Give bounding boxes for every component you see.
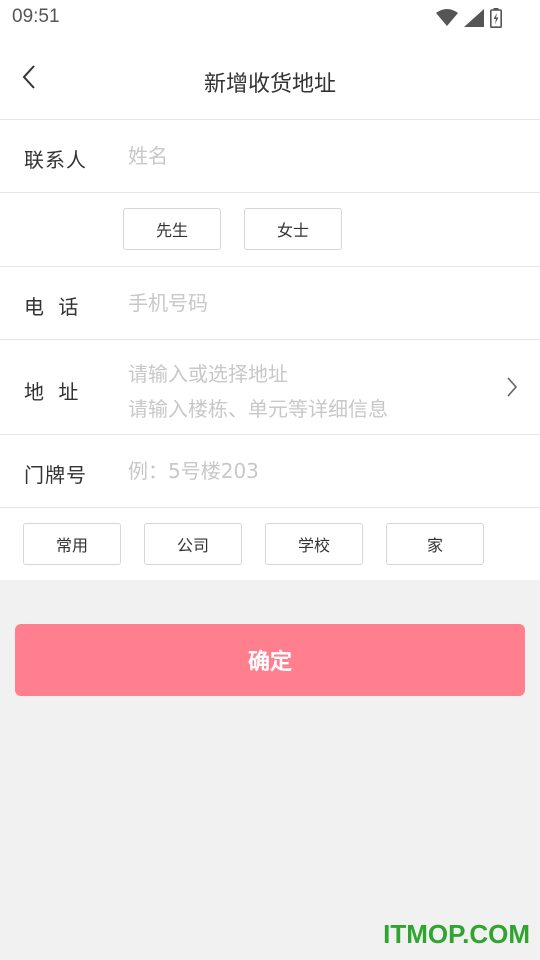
tag-school[interactable]: 学校 (265, 523, 363, 565)
door-label: 门牌号 (24, 463, 87, 487)
address-placeholder: 请输入或选择地址 (128, 362, 288, 386)
battery-icon (490, 8, 502, 32)
address-form: 联系人 先生 女士 电 话 地 址 请输入或选择地址 请输入楼栋、单元等详细信息… (0, 120, 540, 580)
tag-common[interactable]: 常用 (23, 523, 121, 565)
address-row[interactable]: 地 址 请输入或选择地址 请输入楼栋、单元等详细信息 (0, 340, 540, 435)
page-title: 新增收货地址 (203, 72, 336, 97)
nav-bar: 新增收货地址 (0, 36, 540, 120)
gender-option-mr[interactable]: 先生 (123, 208, 221, 250)
contact-row: 联系人 (0, 120, 540, 193)
status-bar: 09:51 (0, 0, 540, 36)
status-time: 09:51 (12, 6, 60, 27)
wifi-icon (436, 9, 458, 31)
contact-name-input[interactable] (128, 134, 520, 178)
tag-home[interactable]: 家 (386, 523, 484, 565)
watermark-logo: ITMOP.COM (383, 919, 530, 949)
door-number-input[interactable] (128, 449, 520, 493)
gender-option-ms[interactable]: 女士 (244, 208, 342, 250)
address-label: 地 址 (24, 380, 83, 404)
address-detail-placeholder: 请输入楼栋、单元等详细信息 (128, 397, 388, 421)
door-row: 门牌号 (0, 435, 540, 508)
confirm-button[interactable]: 确定 (15, 624, 525, 696)
chevron-right-icon[interactable] (506, 376, 518, 402)
status-icons (436, 8, 502, 32)
contact-label: 联系人 (24, 148, 87, 172)
tag-company[interactable]: 公司 (144, 523, 242, 565)
signal-icon (464, 9, 484, 31)
phone-row: 电 话 (0, 267, 540, 340)
address-tags-row: 常用 公司 学校 家 (0, 508, 540, 580)
phone-label: 电 话 (24, 295, 83, 319)
gender-row: 先生 女士 (0, 193, 540, 267)
phone-input[interactable] (128, 281, 520, 325)
